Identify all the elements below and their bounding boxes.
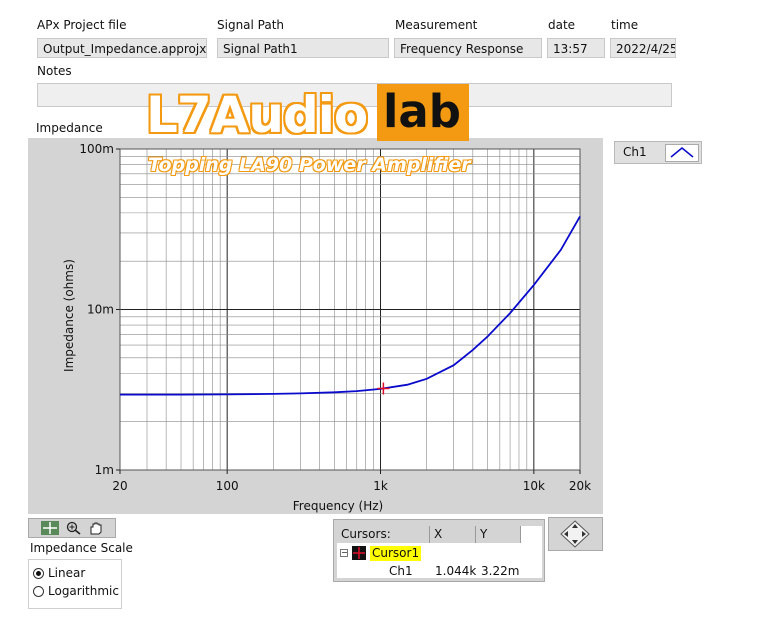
- notes-label: Notes: [37, 64, 72, 78]
- collapse-toggle-icon[interactable]: −: [340, 549, 348, 557]
- cursor-table: Cursors: X Y − Cursor1 Ch1 1.044k 3.22m: [337, 526, 542, 578]
- scale-option-linear-label: Linear: [48, 566, 86, 580]
- measurement-label: Measurement: [395, 18, 478, 32]
- pan-hand-icon[interactable]: [87, 521, 105, 535]
- cursor-channel-label: Ch1: [389, 564, 413, 578]
- cursor-legend-panel: Cursors: X Y − Cursor1 Ch1 1.044k 3.22m: [333, 519, 545, 582]
- signal-path-label: Signal Path: [217, 18, 285, 32]
- project-file-field[interactable]: Output_Impedance.approjx: [37, 38, 207, 58]
- measurement-field[interactable]: Frequency Response: [394, 38, 542, 58]
- signal-path-field[interactable]: Signal Path1: [217, 38, 389, 58]
- date-label: date: [548, 18, 576, 32]
- scale-option-logarithmic-label: Logarithmic: [48, 584, 119, 598]
- graph-title: Impedance: [36, 121, 103, 135]
- watermark-brand: L7Audio: [146, 86, 368, 144]
- watermark-badge: lab: [377, 84, 469, 141]
- legend-line-swatch-icon[interactable]: [665, 144, 699, 162]
- legend-ch1-label: Ch1: [623, 145, 647, 159]
- time-field[interactable]: 2022/4/25: [610, 38, 676, 58]
- time-label: time: [611, 18, 639, 32]
- impedance-scale-group: Linear Logarithmic: [28, 559, 122, 609]
- cursors-column-header: Cursors:: [337, 526, 430, 543]
- date-field[interactable]: 13:57: [547, 38, 605, 58]
- zoom-tool-icon[interactable]: [64, 521, 82, 535]
- radio-selected-icon[interactable]: [33, 567, 44, 579]
- project-file-label: APx Project file: [37, 18, 127, 32]
- cursor-style-icon[interactable]: [352, 546, 366, 560]
- x-column-header: X: [430, 526, 476, 543]
- four-way-arrows-icon: [560, 520, 590, 548]
- watermark-brand-suffix: lab: [383, 85, 462, 138]
- cursor-x-value: 1.044k: [435, 564, 477, 578]
- graph-tool-palette: [28, 518, 116, 538]
- crosshair-tool-icon[interactable]: [41, 521, 59, 535]
- impedance-scale-label: Impedance Scale: [30, 541, 133, 555]
- plot-area[interactable]: [120, 149, 580, 470]
- scale-option-logarithmic[interactable]: Logarithmic: [33, 584, 119, 598]
- scale-option-linear[interactable]: Linear: [33, 566, 85, 580]
- y-column-header: Y: [476, 526, 521, 543]
- radio-unselected-icon[interactable]: [33, 585, 44, 597]
- cursor1-name[interactable]: Cursor1: [370, 546, 422, 561]
- cursor-y-value: 3.22m: [481, 564, 520, 578]
- plot-legend[interactable]: Ch1: [614, 141, 702, 164]
- cursor-move-button[interactable]: [548, 517, 603, 551]
- watermark-subtitle: Topping LA90 Power Amplifier: [148, 154, 471, 176]
